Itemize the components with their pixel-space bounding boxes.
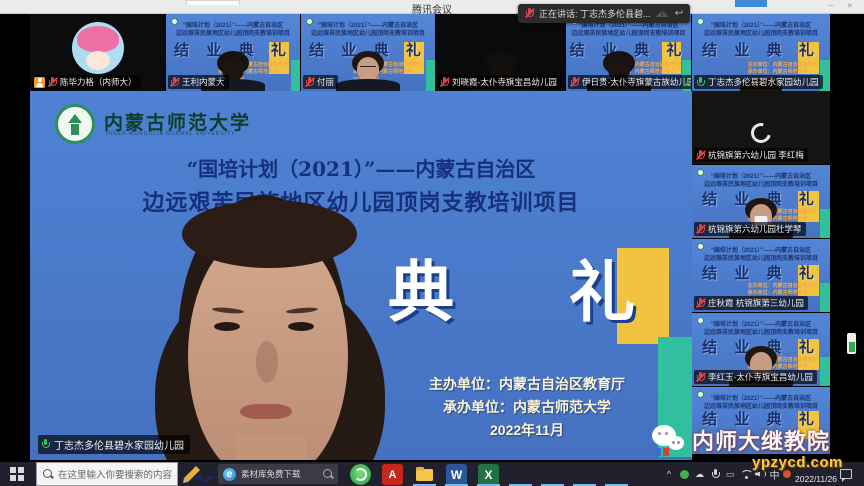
search-icon [43,469,53,479]
main-speaker-video[interactable]: 内蒙古师范大学 INNER MONGOLIA NORMAL UNIVERSITY… [30,91,692,460]
participant-name: 李红玉-太仆寺旗宝昌幼儿园 [708,371,813,383]
speaking-toast-text: 正在讲话: 丁志杰多伦县碧... [539,7,651,20]
participant-thumbnail[interactable]: “国培计划（2021）”——内蒙古自治区 边远艰苦民族地区幼儿园顶岗支教培训项目… [166,14,301,91]
participant-name: 杭锦旗第六幼儿园 李红梅 [708,149,804,161]
edge-icon: e [223,468,236,481]
background-tab-blue [735,0,767,7]
muted-mic-icon [440,77,449,88]
participant-thumbnail[interactable]: “国培计划（2021）”——内蒙古自治区 边远艰苦民族地区幼儿园顶岗支教培训项目… [692,313,830,387]
muted-mic-icon [696,150,705,161]
participant-thumbnail[interactable]: “国培计划（2021）”——内蒙古自治区 边远艰苦民族地区幼儿园顶岗支教培训项目… [566,14,692,91]
muted-mic-icon [525,8,534,19]
loading-spinner-icon [747,119,774,146]
participant-thumbnail[interactable]: “国培计划（2021）”——内蒙古自治区 边远艰苦民族地区幼儿园顶岗支教培训项目… [692,165,830,239]
window-controls[interactable]: – × [829,1,858,10]
active-mic-icon [41,439,50,450]
excel-icon[interactable]: X [478,464,499,485]
news-widget-text: 素材库免费下载 [241,468,318,480]
participant-thumbnail[interactable]: “国培计划（2021）”——内蒙古自治区 边远艰苦民族地区幼儿园顶岗支教培训项目… [692,239,830,313]
muted-mic-icon [48,77,57,88]
wechat-watermark: 内师大继教院 [652,424,830,456]
participant-thumbnail[interactable]: 刘晓霞-太仆寺旗宝昌幼儿园 [436,14,566,91]
active-mic-icon [696,77,705,88]
tray-cloud-icon[interactable]: ☁ [693,462,706,486]
muted-mic-icon [170,77,179,88]
battery-indicator-icon [847,333,856,354]
wechat-logo-icon [652,425,688,455]
participant-thumbnail[interactable]: 陈毕力格（内师大） [30,14,166,91]
muted-mic-icon [696,298,705,309]
participant-name: 庄秋霞 杭锦旗第三幼儿园 [708,297,804,309]
window-titlebar[interactable]: 腾讯会议 – × [0,0,864,14]
toast-decoration-icon: ◢◣ [656,9,670,18]
participant-name: 杭锦旗第六幼儿园杜学琴 [708,223,802,235]
muted-mic-icon [305,77,314,88]
host-badge-icon [34,77,45,88]
tray-mic-icon[interactable] [709,462,721,486]
file-explorer-icon[interactable] [414,464,435,485]
participant-name: 刘晓霞-太仆寺旗宝昌幼儿园 [452,76,557,88]
search-icon [323,469,333,479]
taskbar: 在这里输入你要搜索的内容 e 素材库免费下载 A W X [0,462,864,486]
word-icon[interactable]: W [446,464,467,485]
participant-name: 付丽 [317,76,334,88]
start-button[interactable] [10,467,24,481]
pen-annotation-icon[interactable] [182,464,214,484]
toast-reply-icon[interactable]: ↩ [675,8,683,19]
tray-display-icon[interactable]: ▭ [724,462,736,486]
participant-thumbnail[interactable]: “国培计划（2021）”——内蒙古自治区 边远艰苦民族地区幼儿园顶岗支教培训项目… [692,14,830,91]
muted-mic-icon [696,224,705,235]
speaking-toast[interactable]: 正在讲话: 丁志杰多伦县碧... ◢◣ ↩ [518,4,690,23]
speaker-person [60,136,530,460]
baby-avatar [72,22,124,74]
main-speaker-label: 丁志杰多伦县碧水家园幼儿园 [38,435,190,454]
participant-thumbnail[interactable]: “国培计划（2021）”——内蒙古自治区 边远艰苦民族地区幼儿园顶岗支教培训项目… [301,14,436,91]
person-silhouette [336,55,400,91]
main-speaker-name: 丁志杰多伦县碧水家园幼儿园 [54,437,184,452]
muted-mic-icon [696,372,705,383]
taskbar-search[interactable]: 在这里输入你要搜索的内容 [36,462,178,486]
antivirus-app-icon[interactable] [350,464,371,485]
search-placeholder: 在这里输入你要搜索的内容 [58,467,172,481]
participant-name: 丁志杰多伦县碧水家园幼儿园 [708,76,819,88]
taskbar-news-widget[interactable]: e 素材库免费下载 [218,464,338,484]
participant-name: 王利内蒙大 [182,76,225,88]
tray-expand-icon[interactable]: ^ [663,462,675,486]
wechat-watermark-text: 内师大继教院 [692,424,830,456]
clock-date[interactable]: 2022/11/26 [790,474,842,484]
slide-mini-title2: 边远艰苦民族地区幼儿园顶岗支教培训项目 [166,28,300,37]
muted-mic-icon [570,77,579,88]
tray-wifi-icon[interactable] [739,462,753,486]
meeting-window: 腾讯会议 – × 正在讲话: 丁志杰多伦县碧... ◢◣ ↩ 陈毕力格（内师大）… [0,0,864,486]
adobe-acrobat-icon[interactable]: A [382,464,403,485]
site-watermark: ypzycd.com [752,454,843,471]
participant-name: 伊日贵-太仆寺旗蒙古族幼儿园 [582,76,692,88]
tray-green-app-icon[interactable] [678,462,690,486]
participant-name: 陈毕力格（内师大） [60,76,137,88]
participant-thumbnail[interactable]: 杭锦旗第六幼儿园 李红梅 [692,91,830,165]
